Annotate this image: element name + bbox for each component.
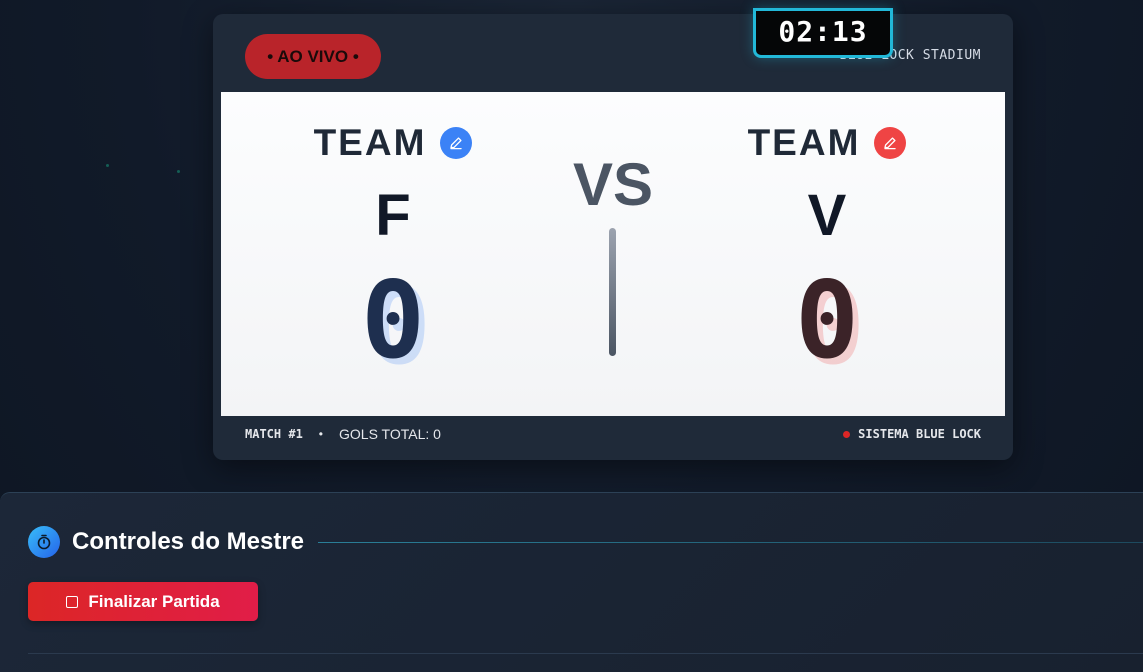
controls-header: Controles do Mestre [28, 526, 1143, 558]
live-badge: • AO VIVO • [245, 34, 381, 79]
vs-label: VS [572, 151, 654, 218]
edit-away-team-button[interactable] [874, 127, 907, 159]
background-dot [177, 170, 180, 173]
footer-separator: • [318, 427, 323, 441]
status-dot-icon [843, 430, 851, 438]
scoreboard: 02:13 • AO VIVO • BLUE LOCK STADIUM TEAM… [213, 8, 1013, 460]
away-team-label-row: TEAM [677, 122, 977, 164]
system-status: SISTEMA BLUE LOCK [843, 427, 981, 441]
stopwatch-icon [28, 526, 60, 558]
controls-panel: Controles do Mestre Finalizar Partida [0, 492, 1143, 672]
away-team-name: V [807, 183, 847, 248]
background-dot [106, 164, 109, 167]
pencil-icon [450, 137, 463, 150]
system-label: SISTEMA BLUE LOCK [858, 427, 981, 441]
match-number: MATCH #1 [245, 427, 303, 441]
stop-icon [66, 595, 79, 608]
center-divider [609, 228, 616, 356]
finish-match-button[interactable]: Finalizar Partida [28, 582, 258, 621]
home-team-label: TEAM [313, 122, 427, 163]
controls-divider [28, 653, 1143, 654]
finish-match-label: Finalizar Partida [88, 591, 220, 611]
edit-home-team-button[interactable] [440, 127, 473, 159]
scoreboard-footer: MATCH #1 • GOLS TOTAL: 0 SISTEMA BLUE LO… [245, 426, 981, 442]
match-timer: 02:13 [753, 8, 893, 58]
away-score: 0 [795, 259, 859, 382]
home-score: 0 [361, 259, 425, 382]
home-team-label-row: TEAM [243, 122, 543, 164]
score-field: TEAM F 0 VS TEAM V 0 [221, 92, 1005, 416]
controls-title: Controles do Mestre [72, 528, 305, 555]
away-team-label: TEAM [747, 122, 861, 163]
pencil-icon [884, 137, 897, 150]
home-team-name: F [375, 183, 411, 248]
total-goals: GOLS TOTAL: 0 [339, 426, 441, 442]
title-divider [318, 541, 1143, 543]
